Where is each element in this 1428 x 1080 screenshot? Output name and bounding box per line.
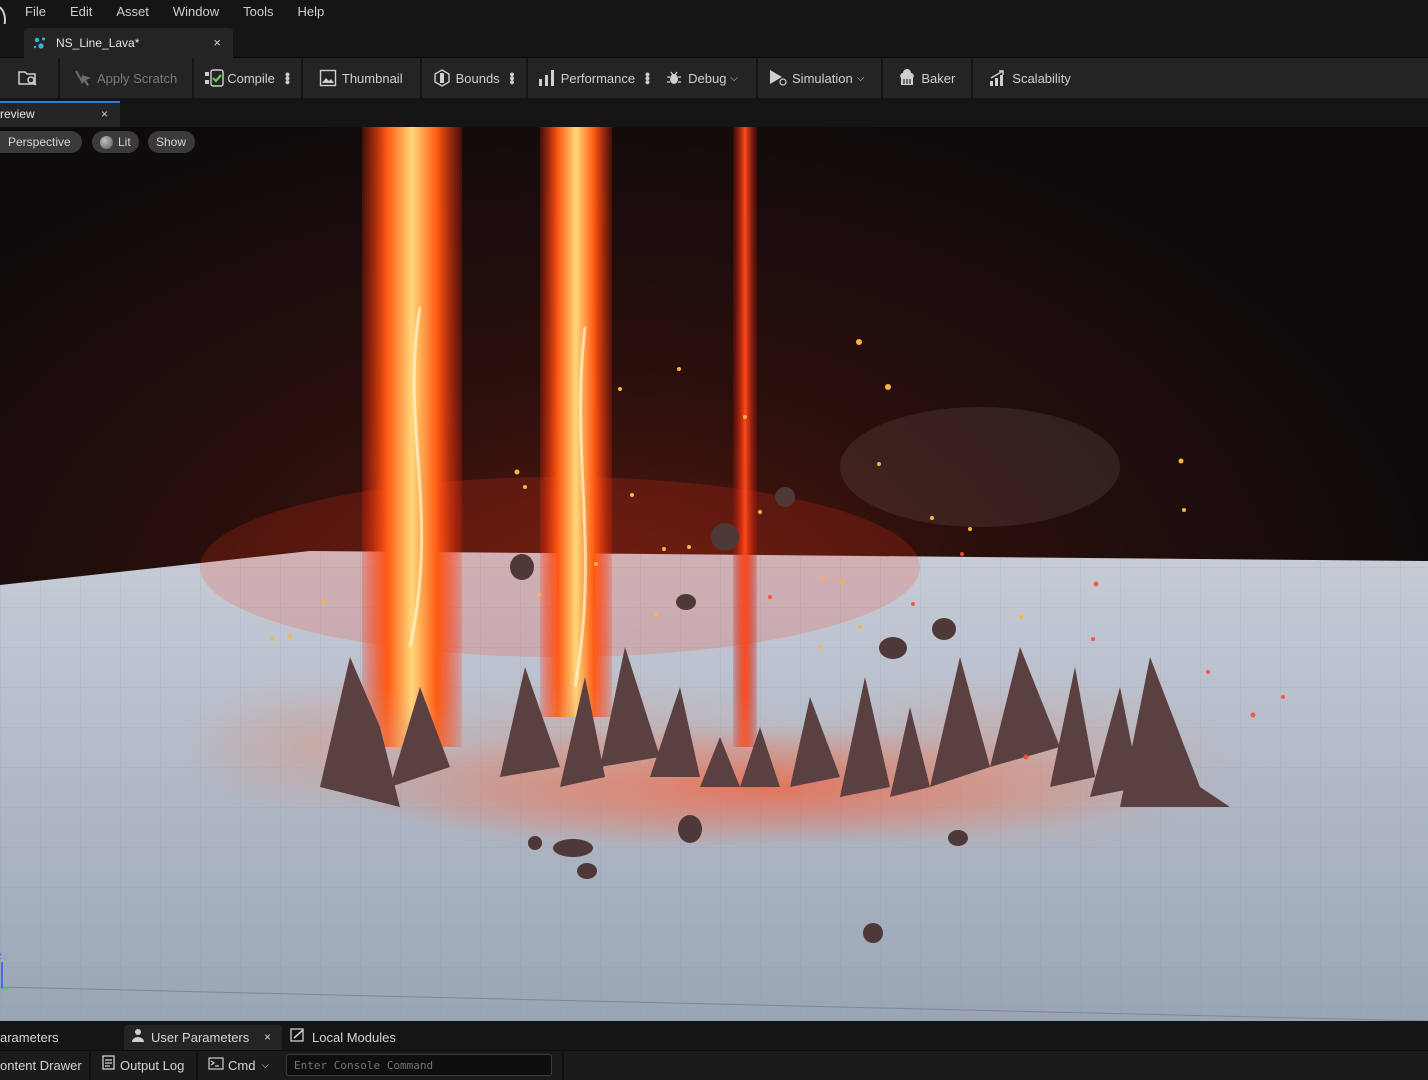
menu-tools[interactable]: Tools bbox=[231, 0, 285, 24]
apply-scratch-label: Apply Scratch bbox=[97, 70, 178, 86]
chevron-down-icon: ⌵ bbox=[261, 1060, 270, 1071]
cmd-label: Cmd bbox=[228, 1058, 256, 1073]
bounds-options-icon[interactable]: ••• bbox=[505, 72, 521, 84]
lava-effect-scene bbox=[0, 127, 1428, 1021]
performance-chart-icon bbox=[538, 69, 556, 87]
terminal-icon bbox=[208, 1051, 224, 1080]
axis-z-label: z bbox=[0, 951, 2, 962]
baker-label: Baker bbox=[921, 70, 956, 86]
browse-asset-button[interactable] bbox=[0, 58, 58, 98]
debug-label: Debug bbox=[688, 70, 727, 86]
niagara-system-icon bbox=[32, 35, 48, 51]
compile-button[interactable]: Compile ••• bbox=[194, 58, 301, 98]
chevron-down-icon: ⌵ bbox=[730, 72, 739, 84]
preview-viewport[interactable]: z Perspective Lit Show bbox=[0, 127, 1428, 1021]
status-bar: ontent Drawer Output Log Cmd ⌵ bbox=[0, 1050, 1428, 1080]
document-tab[interactable]: NS_Line_Lava* × bbox=[24, 28, 233, 58]
perspective-button[interactable]: Perspective bbox=[0, 131, 82, 153]
toolbar: Apply Scratch Compile ••• Thumbnail Boun… bbox=[0, 58, 1428, 98]
tab-local-modules[interactable]: Local Modules bbox=[290, 1025, 410, 1050]
tab-parameters-label: arameters bbox=[0, 1030, 59, 1045]
perspective-label: Perspective bbox=[8, 135, 71, 149]
menu-edit[interactable]: Edit bbox=[58, 0, 104, 24]
lit-sphere-icon bbox=[100, 135, 113, 149]
local-modules-icon bbox=[290, 1025, 306, 1050]
show-label: Show bbox=[156, 135, 187, 149]
thumbnail-label: Thumbnail bbox=[341, 70, 403, 86]
debug-bug-icon bbox=[665, 69, 683, 87]
scalability-label: Scalability bbox=[1012, 70, 1071, 86]
content-drawer-label: ontent Drawer bbox=[0, 1058, 82, 1073]
scalability-button[interactable]: Scalability bbox=[973, 58, 1079, 98]
compile-label: Compile bbox=[227, 70, 275, 86]
close-icon[interactable]: × bbox=[264, 1025, 271, 1050]
content-drawer-button[interactable]: ontent Drawer bbox=[0, 1051, 88, 1080]
performance-button[interactable]: Performance ••• bbox=[528, 58, 659, 98]
lit-button[interactable]: Lit bbox=[92, 131, 139, 153]
menu-bar: File Edit Asset Window Tools Help bbox=[0, 0, 1428, 35]
document-tab-title: NS_Line_Lava* bbox=[56, 36, 140, 50]
tab-parameters[interactable]: arameters bbox=[0, 1025, 120, 1050]
user-icon bbox=[131, 1025, 145, 1050]
output-log-button[interactable]: Output Log bbox=[102, 1051, 196, 1080]
tab-user-parameters[interactable]: User Parameters × bbox=[124, 1025, 282, 1050]
scalability-icon bbox=[989, 69, 1007, 87]
performance-options-icon[interactable]: ••• bbox=[640, 72, 656, 84]
compile-options-icon[interactable]: ••• bbox=[280, 72, 296, 84]
thumbnail-icon bbox=[319, 69, 337, 87]
folder-search-icon bbox=[17, 69, 37, 87]
simulation-button[interactable]: Simulation ⌵ bbox=[758, 58, 881, 98]
thumbnail-button[interactable]: Thumbnail bbox=[303, 58, 420, 98]
close-icon[interactable]: × bbox=[213, 35, 221, 50]
simulation-label: Simulation bbox=[792, 70, 853, 86]
menu-file[interactable]: File bbox=[13, 0, 58, 24]
preview-tab[interactable]: review × bbox=[0, 101, 120, 127]
tab-local-modules-label: Local Modules bbox=[312, 1030, 396, 1045]
document-tab-row: NS_Line_Lava* × bbox=[0, 24, 1428, 58]
apply-scratch-button[interactable]: Apply Scratch bbox=[60, 58, 192, 98]
menu-help[interactable]: Help bbox=[285, 0, 336, 24]
show-button[interactable]: Show bbox=[148, 131, 195, 153]
baker-button[interactable]: Baker bbox=[883, 58, 971, 98]
output-log-icon bbox=[102, 1051, 115, 1080]
scratch-pad-icon bbox=[74, 69, 92, 87]
output-log-label: Output Log bbox=[120, 1058, 185, 1073]
console-command-input[interactable] bbox=[286, 1054, 552, 1076]
close-icon[interactable]: × bbox=[101, 103, 108, 125]
menu-asset[interactable]: Asset bbox=[104, 0, 161, 24]
preview-tab-label: review bbox=[0, 107, 35, 121]
menu-window[interactable]: Window bbox=[161, 0, 231, 24]
bounds-button[interactable]: Bounds ••• bbox=[422, 58, 526, 98]
bounds-icon bbox=[433, 69, 451, 87]
debug-button[interactable]: Debug ⌵ bbox=[659, 58, 756, 98]
performance-label: Performance bbox=[560, 70, 636, 86]
chevron-down-icon: ⌵ bbox=[856, 72, 865, 84]
bottom-panel-tabs: arameters User Parameters × Local Module… bbox=[0, 1021, 1428, 1050]
preview-tab-row: review × bbox=[0, 98, 1428, 127]
compile-icon bbox=[204, 69, 224, 87]
simulation-play-icon bbox=[769, 69, 787, 87]
tab-user-parameters-label: User Parameters bbox=[151, 1030, 250, 1045]
cmd-dropdown[interactable]: Cmd ⌵ bbox=[208, 1051, 278, 1080]
baker-hat-icon bbox=[898, 69, 916, 87]
lit-label: Lit bbox=[118, 135, 131, 149]
bounds-label: Bounds bbox=[455, 70, 500, 86]
